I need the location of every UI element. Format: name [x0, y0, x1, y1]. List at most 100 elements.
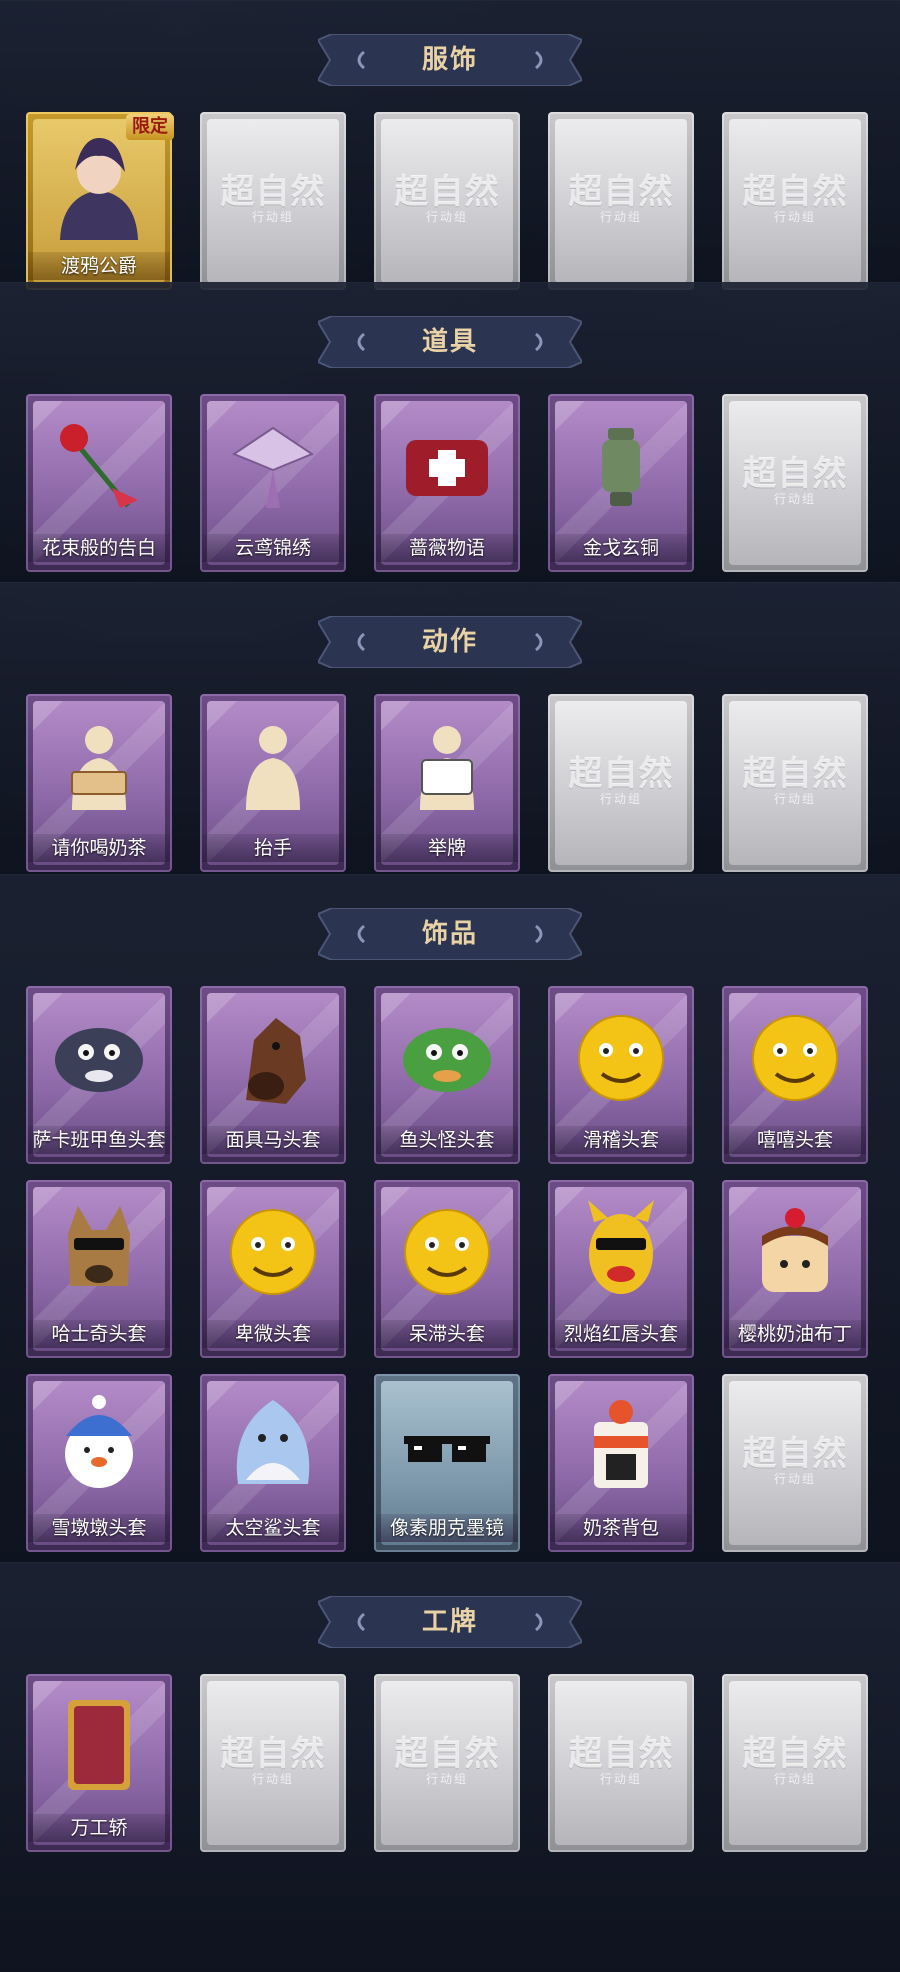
item-name: 萨卡班甲鱼头套 [28, 1126, 170, 1154]
empty-slot-logo: 超自然 [742, 1734, 848, 1774]
empty-slot-logo: 超自然 [568, 172, 674, 212]
rose-bouquet-icon [42, 408, 156, 522]
item-name: 卑微头套 [202, 1320, 344, 1348]
item-card[interactable]: 金戈玄铜 [548, 394, 694, 572]
item-card[interactable]: 萨卡班甲鱼头套 [26, 986, 172, 1164]
section-3: 饰品萨卡班甲鱼头套 面具马头套 鱼头怪头套 滑稽头套 嘻嘻头套哈士奇头套 卑微头套 呆滞头套… [0, 874, 900, 1562]
item-card[interactable]: 卑微头套 [200, 1180, 346, 1358]
item-card[interactable]: 呆滞头套 [374, 1180, 520, 1358]
empty-slot-subtitle: 行动组 [773, 792, 816, 806]
item-name: 蔷薇物语 [376, 534, 518, 562]
item-card[interactable]: 抬手 [200, 694, 346, 872]
item-card[interactable]: 花束般的告白 [26, 394, 172, 572]
humble-face-icon [216, 1194, 330, 1308]
empty-item-slot[interactable]: 超自然 行动组 [548, 694, 694, 872]
item-name: 像素朋克墨镜 [376, 1514, 518, 1542]
item-card[interactable]: 万工轿 [26, 1674, 172, 1852]
item-name: 鱼头怪头套 [376, 1126, 518, 1154]
item-card[interactable]: 烈焰红唇头套 [548, 1180, 694, 1358]
item-name: 请你喝奶茶 [28, 834, 170, 862]
empty-item-slot[interactable]: 超自然 行动组 [722, 394, 868, 572]
section-banner: 饰品 [318, 908, 582, 960]
empty-slot-logo: 超自然 [220, 172, 326, 212]
empty-item-slot[interactable]: 超自然 行动组 [374, 1674, 520, 1852]
section-4: 工牌 万工轿 超自然 行动组 超自然 行动组 超自然 行动组 超自然 行动组 [0, 1562, 900, 1972]
item-card[interactable]: 樱桃奶油布丁 [722, 1180, 868, 1358]
item-card[interactable]: 奶茶背包 [548, 1374, 694, 1552]
raven-duke-portrait [42, 126, 156, 240]
item-card[interactable]: 太空鲨头套 [200, 1374, 346, 1552]
empty-item-slot[interactable]: 超自然 行动组 [200, 1674, 346, 1852]
empty-item-slot[interactable]: 超自然 行动组 [722, 694, 868, 872]
empty-item-slot[interactable]: 超自然 行动组 [200, 112, 346, 290]
item-card[interactable]: 举牌 [374, 694, 520, 872]
empty-slot-subtitle: 行动组 [599, 210, 642, 224]
section-banner: 动作 [318, 616, 582, 668]
item-card[interactable]: 滑稽头套 [548, 986, 694, 1164]
empty-item-slot[interactable]: 超自然 行动组 [722, 1674, 868, 1852]
fish-head-mask-icon [42, 1000, 156, 1114]
collection-page: 服饰 渡鸦公爵 限定 超自然 行动组 超自然 行动组 超自然 行动组 超自然 行动组 道具 花束般的告白… [0, 0, 900, 1972]
embroidered-kite-icon [216, 408, 330, 522]
snowman-head-icon [42, 1388, 156, 1502]
section-title: 服饰 [421, 45, 478, 75]
item-name: 奶茶背包 [550, 1514, 692, 1542]
limited-badge: 限定 [126, 114, 174, 140]
item-name: 举牌 [376, 834, 518, 862]
section-2: 动作 请你喝奶茶 抬手 举牌 超自然 行动组 超自然 行动组 [0, 582, 900, 874]
empty-slot-logo: 超自然 [742, 454, 848, 494]
space-shark-head-icon [216, 1388, 330, 1502]
item-card[interactable]: 面具马头套 [200, 986, 346, 1164]
red-lips-head-icon [564, 1194, 678, 1308]
item-card[interactable]: 请你喝奶茶 [26, 694, 172, 872]
serve-tea-action-icon [42, 708, 156, 822]
empty-slot-logo: 超自然 [742, 172, 848, 212]
empty-slot-subtitle: 行动组 [773, 1472, 816, 1486]
cherry-pudding-icon [738, 1194, 852, 1308]
empty-slot-logo: 超自然 [220, 1734, 326, 1774]
empty-slot-subtitle: 行动组 [773, 1772, 816, 1786]
empty-item-slot[interactable]: 超自然 行动组 [374, 112, 520, 290]
empty-slot-logo: 超自然 [568, 1734, 674, 1774]
section-banner: 道具 [318, 316, 582, 368]
section-banner: 工牌 [318, 1596, 582, 1648]
section-title: 饰品 [421, 919, 478, 949]
item-card[interactable]: 蔷薇物语 [374, 394, 520, 572]
bronze-lantern-icon [564, 408, 678, 522]
empty-item-slot[interactable]: 超自然 行动组 [548, 112, 694, 290]
item-card[interactable]: 雪墩墩头套 [26, 1374, 172, 1552]
empty-slot-logo: 超自然 [568, 754, 674, 794]
item-name: 万工轿 [28, 1814, 170, 1842]
empty-item-slot[interactable]: 超自然 行动组 [722, 1374, 868, 1552]
husky-head-icon [42, 1194, 156, 1308]
item-card[interactable]: 像素朋克墨镜 [374, 1374, 520, 1552]
funny-face-icon [564, 1000, 678, 1114]
pixel-sunglasses-icon [390, 1388, 504, 1502]
section-title: 动作 [421, 627, 478, 657]
empty-slot-subtitle: 行动组 [251, 210, 294, 224]
grin-face-icon [738, 1000, 852, 1114]
empty-item-slot[interactable]: 超自然 行动组 [722, 112, 868, 290]
empty-slot-subtitle: 行动组 [425, 210, 468, 224]
item-card[interactable]: 渡鸦公爵 限定 [26, 112, 174, 290]
item-card[interactable]: 哈士奇头套 [26, 1180, 172, 1358]
item-name: 太空鲨头套 [202, 1514, 344, 1542]
item-name: 雪墩墩头套 [28, 1514, 170, 1542]
item-name: 面具马头套 [202, 1126, 344, 1154]
section-1: 道具花束般的告白 云鸢锦绣 蔷薇物语 金戈玄铜 超自然 行动组 [0, 282, 900, 582]
section-title: 工牌 [421, 1607, 478, 1637]
item-name: 滑稽头套 [550, 1126, 692, 1154]
empty-slot-subtitle: 行动组 [251, 1772, 294, 1786]
empty-slot-subtitle: 行动组 [599, 792, 642, 806]
item-card[interactable]: 嘻嘻头套 [722, 986, 868, 1164]
section-banner: 服饰 [318, 34, 582, 86]
horse-head-mask-icon [216, 1000, 330, 1114]
badge-frame-icon [42, 1688, 156, 1802]
item-name: 云鸢锦绣 [202, 534, 344, 562]
first-aid-bag-icon [390, 408, 504, 522]
empty-item-slot[interactable]: 超自然 行动组 [548, 1674, 694, 1852]
item-card[interactable]: 鱼头怪头套 [374, 986, 520, 1164]
item-card[interactable]: 云鸢锦绣 [200, 394, 346, 572]
item-name: 烈焰红唇头套 [550, 1320, 692, 1348]
raise-hand-action-icon [216, 708, 330, 822]
